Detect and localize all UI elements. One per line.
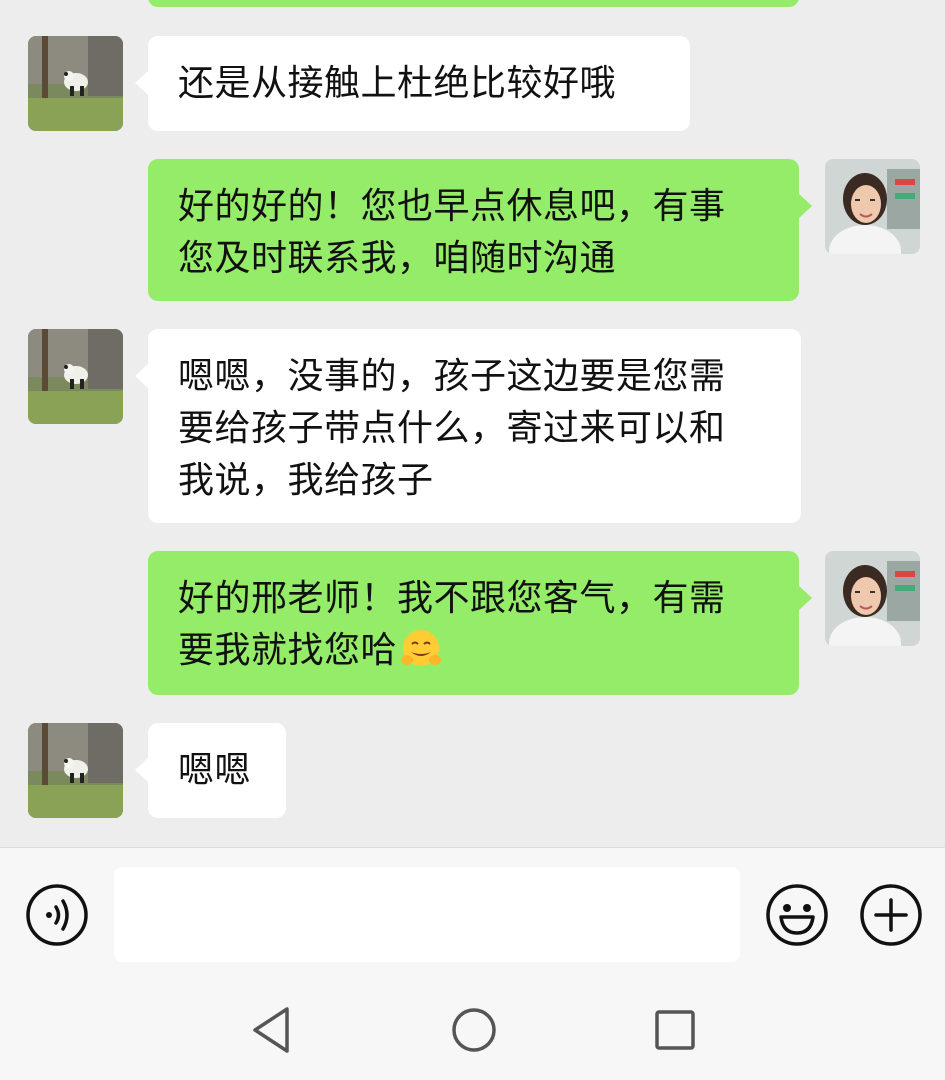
contact-avatar[interactable] bbox=[28, 329, 123, 424]
previous-message-bubble-edge bbox=[148, 0, 799, 7]
nav-recents-icon[interactable] bbox=[650, 1005, 700, 1055]
nav-back-icon[interactable] bbox=[247, 1005, 297, 1055]
nav-home-icon[interactable] bbox=[449, 1005, 499, 1055]
emoji-smile-icon[interactable] bbox=[765, 883, 829, 947]
message-bubble-incoming[interactable]: 还是从接触上杜绝比较好哦 bbox=[135, 36, 690, 131]
message-text: 嗯嗯 bbox=[178, 750, 252, 791]
message-bubble-outgoing[interactable]: 好的邢老师！我不跟您客气，有需 要我就找您哈 bbox=[148, 551, 812, 695]
message-text: 您及时联系我，咱随时沟通 bbox=[178, 238, 617, 279]
message-text: 好的好的！您也早点休息吧，有事 bbox=[178, 186, 726, 227]
contact-avatar[interactable] bbox=[28, 36, 123, 131]
hugging-face-emoji bbox=[401, 630, 442, 666]
system-navigation-bar bbox=[0, 977, 945, 1080]
message-text: 要给孩子带点什么，寄过来可以和 bbox=[178, 408, 726, 449]
message-text: 好的邢老师！我不跟您客气，有需 bbox=[178, 578, 726, 619]
message-input[interactable] bbox=[114, 867, 740, 962]
message-text: 嗯嗯，没事的，孩子这边要是您需 bbox=[178, 356, 726, 397]
my-avatar[interactable] bbox=[825, 159, 920, 254]
plus-icon[interactable] bbox=[859, 883, 923, 947]
voice-icon[interactable] bbox=[25, 883, 89, 947]
chat-message-list[interactable]: 还是从接触上杜绝比较好哦 好的好的！您也早点休息吧，有事 您及时联系我，咱随时沟… bbox=[0, 0, 945, 847]
contact-avatar[interactable] bbox=[28, 723, 123, 818]
message-text: 我说，我给孩子 bbox=[178, 460, 434, 501]
message-text: 要我就找您哈 bbox=[178, 630, 398, 671]
message-bubble-outgoing[interactable]: 好的好的！您也早点休息吧，有事 您及时联系我，咱随时沟通 bbox=[148, 159, 812, 301]
message-bubble-incoming[interactable]: 嗯嗯，没事的，孩子这边要是您需 要给孩子带点什么，寄过来可以和 我说，我给孩子 bbox=[135, 329, 801, 523]
message-text-with-emoji: 要我就找您哈 bbox=[178, 625, 769, 677]
my-avatar[interactable] bbox=[825, 551, 920, 646]
message-text: 还是从接触上杜绝比较好哦 bbox=[178, 63, 617, 104]
chat-input-bar bbox=[0, 847, 945, 977]
message-bubble-incoming[interactable]: 嗯嗯 bbox=[135, 723, 286, 818]
